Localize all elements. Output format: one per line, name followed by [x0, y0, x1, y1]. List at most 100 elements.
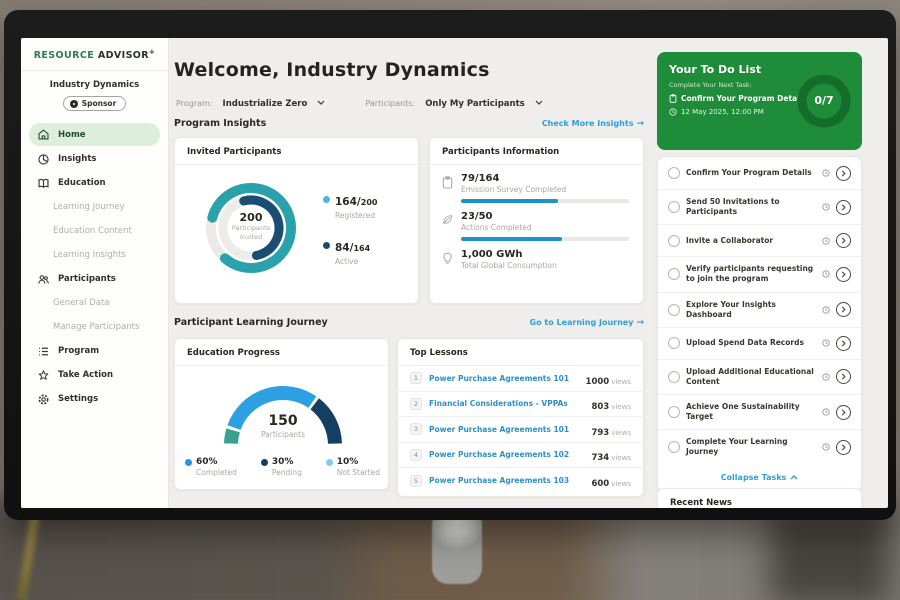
sidebar-item-program[interactable]: Program — [21, 339, 168, 363]
task-label: Invite a Collaborator — [686, 236, 816, 246]
lesson-link[interactable]: Power Purchase Agreements 101 — [429, 425, 584, 434]
clock-icon — [822, 373, 830, 381]
task-checkbox[interactable] — [668, 304, 680, 316]
sidebar-item-insights[interactable]: Insights — [21, 147, 168, 171]
education-legend: 60% Completed 30% Pending 10% Not Starte… — [185, 457, 380, 477]
sidebar-item-label: Learning Insights — [53, 250, 126, 260]
legend-dot — [323, 196, 330, 203]
task-open-button[interactable] — [836, 200, 851, 215]
sidebar-nav: Home Insights Education Learning Journey… — [21, 123, 168, 411]
legend-active: 84/164 Active — [323, 236, 377, 266]
task-checkbox[interactable] — [668, 167, 680, 179]
sidebar-item-participants[interactable]: Participants — [21, 267, 168, 291]
clock-icon — [822, 203, 830, 211]
sponsor-icon — [70, 100, 78, 108]
check-more-insights-link[interactable]: Check More Insights→ — [542, 119, 644, 129]
legend-dot — [326, 459, 333, 466]
task-label: Send 50 Invitations to Participants — [686, 197, 816, 217]
task-checkbox[interactable] — [668, 235, 680, 247]
task-row: Upload Additional Educational Content — [658, 359, 861, 394]
sidebar-item-label: Participants — [58, 274, 116, 284]
clipboard-icon — [442, 176, 453, 189]
task-checkbox[interactable] — [668, 441, 680, 453]
task-checkbox[interactable] — [668, 371, 680, 383]
sidebar-item-general-data[interactable]: General Data — [21, 291, 168, 315]
task-open-button[interactable] — [836, 233, 851, 248]
insights-icon — [37, 153, 50, 166]
sidebar-item-learning-journey[interactable]: Learning Journey — [21, 195, 168, 219]
stat-emission-survey: 79/164 Emission Survey Completed — [430, 165, 643, 203]
sidebar: RESOURCE ADVISOR+ Industry Dynamics Spon… — [21, 38, 169, 508]
task-open-button[interactable] — [836, 336, 851, 351]
sidebar-item-manage-participants[interactable]: Manage Participants — [21, 315, 168, 339]
task-checkbox[interactable] — [668, 268, 680, 280]
task-checkbox[interactable] — [668, 337, 680, 349]
task-open-button[interactable] — [836, 302, 851, 317]
chevron-down-icon[interactable] — [535, 100, 543, 105]
learning-journey-header: Participant Learning Journey Go to Learn… — [174, 317, 644, 328]
invited-donut-chart: 200 ParticipantsInvited — [201, 178, 301, 278]
task-checkbox[interactable] — [668, 406, 680, 418]
card-title: Participants Information — [430, 138, 643, 165]
lesson-link[interactable]: Financial Considerations - VPPAs — [429, 399, 584, 408]
sidebar-item-education-content[interactable]: Education Content — [21, 219, 168, 243]
participants-filter[interactable]: Participants: Only My Participants — [365, 91, 542, 110]
task-open-button[interactable] — [836, 267, 851, 282]
task-label: Complete Your Learning Journey — [686, 437, 816, 457]
sidebar-item-take-action[interactable]: Take Action — [21, 363, 168, 387]
home-icon — [37, 128, 50, 141]
task-open-button[interactable] — [836, 440, 851, 455]
task-open-button[interactable] — [836, 166, 851, 181]
sidebar-item-label: Learning Journey — [53, 202, 125, 212]
lesson-link[interactable]: Power Purchase Agreements 101 — [429, 374, 579, 383]
task-open-button[interactable] — [836, 369, 851, 384]
app-logo: RESOURCE ADVISOR+ — [21, 38, 168, 71]
filter-bar: Program: Industrialize Zero Participants… — [176, 91, 543, 110]
lesson-rank: 5 — [410, 475, 422, 487]
lesson-row: 4 Power Purchase Agreements 102 734views — [398, 443, 643, 469]
program-filter[interactable]: Program: Industrialize Zero — [176, 91, 325, 110]
collapse-tasks-link[interactable]: Collapse Tasks — [658, 465, 861, 491]
chevron-right-icon — [841, 306, 846, 313]
todo-task-list: Confirm Your Program Details Send 50 Inv… — [657, 156, 862, 492]
sidebar-item-settings[interactable]: Settings — [21, 387, 168, 411]
chevron-down-icon[interactable] — [317, 100, 325, 105]
sidebar-item-label: Education — [58, 178, 106, 188]
go-to-learning-journey-link[interactable]: Go to Learning Journey→ — [530, 318, 644, 328]
lesson-link[interactable]: Power Purchase Agreements 103 — [429, 476, 584, 485]
page-title: Welcome, Industry Dynamics — [174, 59, 490, 81]
lesson-link[interactable]: Power Purchase Agreements 102 — [429, 450, 584, 459]
legend-dot — [185, 459, 192, 466]
legend-dot — [323, 242, 330, 249]
chevron-right-icon — [841, 373, 846, 380]
sidebar-item-label: Program — [58, 346, 99, 356]
task-row: Explore Your Insights Dashboard — [658, 292, 861, 327]
leaf-icon — [442, 214, 453, 225]
sidebar-item-education[interactable]: Education — [21, 171, 168, 195]
clock-icon — [669, 108, 677, 116]
organization-name: Industry Dynamics — [21, 80, 168, 90]
clock-icon — [822, 237, 830, 245]
task-row: Confirm Your Program Details — [658, 157, 861, 189]
brand-advisor: ADVISOR+ — [98, 50, 155, 61]
monitor-bezel: RESOURCE ADVISOR+ Industry Dynamics Spon… — [4, 10, 896, 520]
sidebar-item-home[interactable]: Home — [29, 123, 160, 146]
task-row: Upload Spend Data Records — [658, 327, 861, 359]
progress-track — [461, 199, 629, 203]
card-title: Education Progress — [175, 339, 388, 366]
task-label: Upload Additional Educational Content — [686, 367, 816, 387]
progress-fill — [461, 199, 558, 203]
sidebar-item-learning-insights[interactable]: Learning Insights — [21, 243, 168, 267]
card-title: Invited Participants — [175, 138, 418, 165]
stat-actions-completed: 23/50 Actions Completed — [430, 203, 643, 241]
gauge-center-label: 150 Participants — [208, 413, 358, 439]
task-checkbox[interactable] — [668, 201, 680, 213]
task-row: Invite a Collaborator — [658, 224, 861, 256]
sidebar-item-label: Take Action — [58, 370, 113, 380]
todo-progress-count: 0/7 — [796, 94, 852, 107]
chevron-right-icon — [841, 204, 846, 211]
clock-icon — [822, 443, 830, 451]
clock-icon — [822, 270, 830, 278]
progress-fill — [461, 237, 562, 241]
task-open-button[interactable] — [836, 405, 851, 420]
